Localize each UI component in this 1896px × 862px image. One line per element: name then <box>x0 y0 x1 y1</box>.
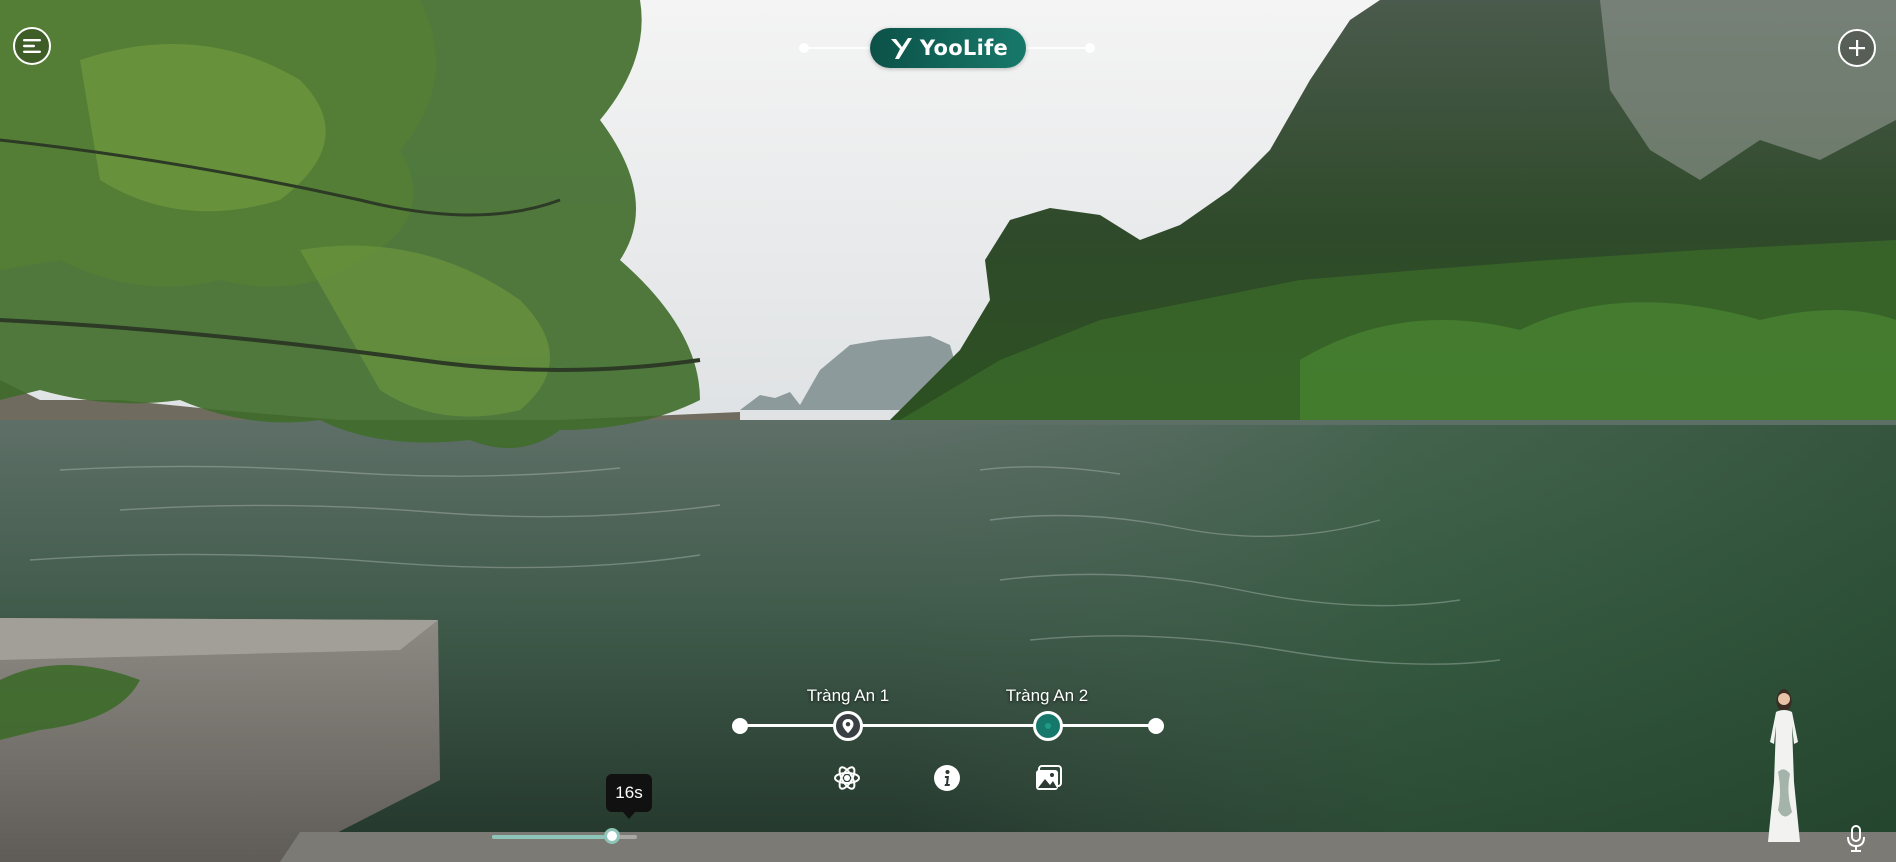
header-line-left <box>808 47 870 49</box>
plus-circle-icon <box>1849 40 1865 56</box>
microphone-icon[interactable] <box>1845 824 1867 854</box>
scene-label-1: Tràng An 1 <box>806 686 890 705</box>
gallery-button[interactable] <box>1034 763 1064 793</box>
time-tooltip: 16s <box>606 774 652 819</box>
timeline-start-node[interactable] <box>732 718 748 734</box>
scene-timeline <box>740 724 1156 727</box>
header-line-right <box>1026 47 1086 49</box>
yoolife-logo[interactable]: YooLife <box>870 28 1026 68</box>
vr-mode-button[interactable] <box>832 763 862 793</box>
logo-mark-icon <box>890 38 912 59</box>
header-dot-right <box>1085 43 1095 53</box>
brand-name: YooLife <box>919 36 1009 60</box>
current-location-icon <box>1045 723 1051 729</box>
gallery-icon <box>1036 765 1062 790</box>
menu-button[interactable] <box>13 27 51 65</box>
virtual-guide-avatar[interactable] <box>1754 682 1814 848</box>
header-dot-left <box>799 43 809 53</box>
time-label: 16s <box>615 783 643 802</box>
menu-icon <box>23 39 41 53</box>
panorama-scene[interactable] <box>0 0 1896 862</box>
audio-progress-fill <box>492 835 613 839</box>
panorama-viewer[interactable]: YooLife Tràng An 1 Tràng An 2 16s <box>0 0 1896 862</box>
map-pin-icon <box>842 719 854 733</box>
river-reflection <box>900 425 1896 862</box>
scene-label-2: Tràng An 2 <box>1005 686 1089 705</box>
info-button[interactable] <box>932 763 962 793</box>
atom-icon <box>834 766 860 790</box>
add-button[interactable] <box>1838 29 1876 67</box>
scene-node-1[interactable] <box>833 711 863 741</box>
timeline-end-node[interactable] <box>1148 718 1164 734</box>
scene-node-2[interactable] <box>1033 711 1063 741</box>
info-icon <box>934 765 960 791</box>
